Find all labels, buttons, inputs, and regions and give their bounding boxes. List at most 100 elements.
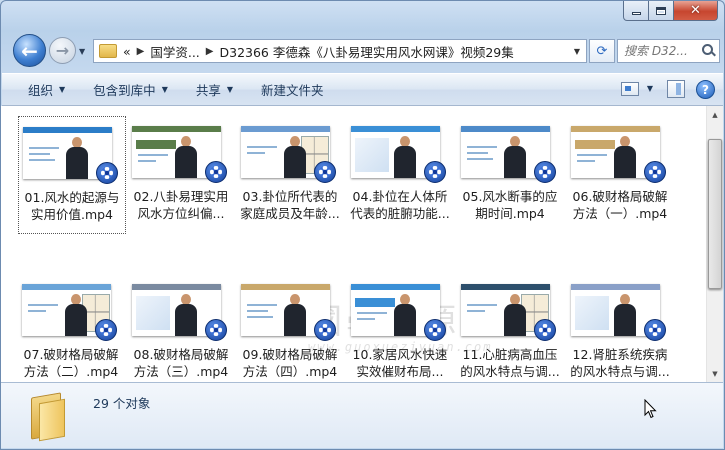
search-icon[interactable] — [702, 44, 716, 58]
minimize-icon — [631, 12, 641, 15]
folder-icon — [31, 391, 77, 442]
address-history-dropdown[interactable]: ▼ — [574, 47, 580, 56]
file-name-line: 方法（三）.mp4 — [133, 364, 229, 379]
include-in-library-label: 包含到库中 — [93, 83, 156, 98]
file-name-line: 风水方位纠偏... — [137, 206, 225, 221]
video-player-icon — [424, 319, 446, 341]
file-item[interactable]: 10.家居风水快速 实效催财布局... — [347, 274, 455, 382]
view-options-dropdown[interactable]: ▼ — [647, 84, 653, 93]
video-player-icon — [96, 162, 118, 184]
details-pane: 29 个对象 — [1, 382, 723, 448]
refresh-button[interactable]: ⟳ — [589, 39, 615, 63]
file-name-line: 代表的脏腑功能... — [350, 206, 450, 221]
video-player-icon — [424, 161, 446, 183]
video-player-icon — [95, 319, 117, 341]
include-in-library-menu[interactable]: 包含到库中 ▼ — [85, 76, 176, 103]
chevron-down-icon: ▼ — [161, 85, 168, 94]
breadcrumb-separator-icon[interactable]: ▶ — [206, 46, 214, 57]
file-name: 06.破财格局破解 方法（一）.mp4 — [567, 188, 673, 222]
new-folder-label: 新建文件夹 — [261, 83, 324, 98]
minimize-button[interactable] — [623, 1, 649, 21]
file-item[interactable]: 08.破财格局破解 方法（三）.mp4 — [128, 274, 236, 382]
file-item[interactable]: 11.心脏病高血压 的风水特点与调... — [457, 274, 565, 382]
file-name: 05.风水断事的应 期时间.mp4 — [457, 188, 563, 222]
back-arrow-icon: ← — [21, 38, 38, 63]
video-player-icon — [205, 161, 227, 183]
chevron-down-icon: ▼ — [59, 85, 66, 94]
file-name-line: 期时间.mp4 — [475, 206, 545, 221]
help-button[interactable]: ? — [696, 80, 715, 99]
video-player-icon — [534, 161, 556, 183]
file-name-line: 05.风水断事的应 — [462, 189, 558, 204]
address-bar[interactable]: « ▶ 国学资... ▶ D32366 李德森《八卦易理实用风水网课》视频29集… — [93, 39, 587, 63]
file-item[interactable]: 12.肾脏系统疾病 的风水特点与调... — [567, 274, 675, 382]
file-name-line: 的风水特点与调... — [460, 364, 560, 379]
video-player-icon — [644, 319, 666, 341]
new-folder-button[interactable]: 新建文件夹 — [253, 76, 332, 103]
breadcrumb-separator-icon[interactable]: ▶ — [137, 46, 145, 57]
file-item[interactable]: 04.卦位在人体所 代表的脏腑功能... — [347, 116, 455, 234]
file-name: 04.卦位在人体所 代表的脏腑功能... — [347, 188, 453, 222]
video-player-icon — [205, 319, 227, 341]
scroll-up-button[interactable]: ▲ — [707, 106, 723, 123]
file-item[interactable]: 09.破财格局破解 方法（四）.mp4 — [237, 274, 345, 382]
breadcrumb-parent[interactable]: 国学资... — [150, 42, 199, 61]
file-name-line: 03.卦位所代表的 — [242, 189, 338, 204]
preview-pane-button[interactable] — [667, 80, 685, 98]
chevron-down-icon: ▼ — [226, 85, 234, 94]
folder-icon — [99, 44, 117, 58]
share-label: 共享 — [195, 83, 221, 98]
close-icon: ✕ — [690, 3, 701, 18]
forward-button[interactable]: → — [49, 37, 76, 64]
file-name-line: 实效催财布局... — [356, 364, 444, 379]
organize-menu[interactable]: 组织 ▼ — [20, 76, 73, 103]
maximize-icon — [656, 6, 666, 15]
file-name: 02.八卦易理实用 风水方位纠偏... — [128, 188, 234, 222]
video-player-icon — [314, 161, 336, 183]
file-name-line: 的风水特点与调... — [570, 364, 670, 379]
video-player-icon — [644, 161, 666, 183]
file-name-line: 02.八卦易理实用 — [133, 189, 229, 204]
file-item[interactable]: 02.八卦易理实用 风水方位纠偏... — [128, 116, 236, 234]
breadcrumb-overflow[interactable]: « — [123, 44, 131, 59]
file-name: 03.卦位所代表的 家庭成员及年龄... — [237, 188, 343, 222]
video-player-icon — [534, 319, 556, 341]
vertical-scrollbar[interactable]: ▲ ▼ — [706, 106, 723, 382]
file-name-line: 08.破财格局破解 — [133, 347, 229, 362]
file-name-line: 12.肾脏系统疾病 — [572, 347, 668, 362]
file-name-line: 11.心脏病高血压 — [462, 347, 558, 362]
file-name-line: 方法（二）.mp4 — [23, 364, 119, 379]
command-toolbar: 组织 ▼ 包含到库中 ▼ 共享 ▼ 新建文件夹 ▼ ? — [2, 73, 723, 106]
search-input[interactable] — [618, 44, 702, 58]
maximize-button[interactable] — [649, 1, 674, 21]
file-item[interactable]: 06.破财格局破解 方法（一）.mp4 — [567, 116, 675, 234]
file-name-line: 06.破财格局破解 — [572, 189, 668, 204]
recent-pages-dropdown[interactable]: ▼ — [79, 47, 85, 56]
file-name: 11.心脏病高血压 的风水特点与调... — [457, 346, 563, 380]
window-controls: ✕ — [623, 1, 718, 21]
forward-arrow-icon: → — [55, 41, 70, 60]
back-button[interactable]: ← — [13, 34, 46, 67]
share-menu[interactable]: 共享 ▼ — [188, 76, 241, 103]
search-box[interactable] — [617, 39, 720, 63]
close-button[interactable]: ✕ — [674, 1, 718, 21]
file-name-line: 07.破财格局破解 — [23, 347, 119, 362]
file-name: 08.破财格局破解 方法（三）.mp4 — [128, 346, 234, 380]
organize-label: 组织 — [28, 83, 54, 98]
file-item[interactable]: 01.风水的起源与 实用价值.mp4 — [18, 116, 126, 234]
file-item[interactable]: 05.风水断事的应 期时间.mp4 — [457, 116, 565, 234]
file-item[interactable]: 03.卦位所代表的 家庭成员及年龄... — [237, 116, 345, 234]
file-name-line: 10.家居风水快速 — [352, 347, 448, 362]
breadcrumb-current[interactable]: D32366 李德森《八卦易理实用风水网课》视频29集 — [219, 42, 513, 61]
help-icon: ? — [702, 82, 709, 97]
file-list-view[interactable]: 國 國學資源網 www.guoxueziyuan.com 01.风水的起源与实用… — [1, 106, 706, 382]
file-name-line: 01.风水的起源与 — [24, 190, 120, 205]
file-name-line: 方法（一）.mp4 — [572, 206, 668, 221]
refresh-icon: ⟳ — [596, 43, 608, 59]
scrollbar-thumb[interactable] — [708, 139, 722, 289]
file-name: 09.破财格局破解 方法（四）.mp4 — [237, 346, 343, 380]
change-view-button[interactable] — [621, 82, 639, 96]
scroll-down-button[interactable]: ▼ — [707, 365, 723, 382]
file-item[interactable]: 07.破财格局破解 方法（二）.mp4 — [18, 274, 126, 382]
file-name: 10.家居风水快速 实效催财布局... — [347, 346, 453, 380]
